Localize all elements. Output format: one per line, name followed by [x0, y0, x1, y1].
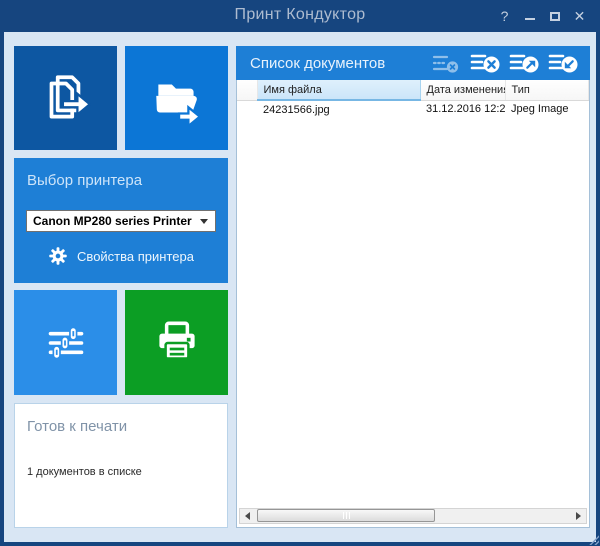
row-filename: 24231566.jpg: [257, 100, 420, 118]
status-document-count: 1 документов в списке: [27, 466, 142, 478]
printer-properties-button[interactable]: Свойства принтера: [14, 246, 228, 266]
printer-selection-panel: Выбор принтера Canon MP280 series Printe…: [14, 158, 228, 283]
load-list-icon[interactable]: [548, 51, 578, 75]
add-documents-icon: [37, 69, 95, 127]
add-files-button[interactable]: [14, 46, 117, 150]
settings-button[interactable]: [14, 290, 117, 395]
printer-icon: [148, 314, 206, 372]
add-folder-button[interactable]: [125, 46, 228, 150]
column-header-filename[interactable]: Имя файла: [257, 80, 420, 100]
scrollbar-track[interactable]: [255, 509, 571, 523]
clear-list-icon[interactable]: [470, 51, 500, 75]
documents-toolbar: [431, 51, 578, 75]
printer-select-value: Canon MP280 series Printer: [27, 214, 200, 228]
chevron-down-icon: [200, 219, 208, 224]
app-window: Принт Кондуктор ? ✕: [0, 0, 600, 546]
save-list-icon[interactable]: [509, 51, 539, 75]
window-controls: ? ✕: [492, 0, 592, 32]
gear-icon: [48, 246, 68, 266]
printer-properties-label: Свойства принтера: [77, 249, 194, 264]
horizontal-scrollbar[interactable]: [239, 508, 587, 524]
scroll-right-icon: [576, 512, 581, 520]
printer-panel-heading: Выбор принтера: [27, 172, 142, 189]
minimize-button[interactable]: [517, 3, 542, 29]
titlebar: Принт Кондуктор ? ✕: [0, 0, 600, 32]
row-type: Jpeg Image: [505, 100, 589, 118]
minimize-icon: [525, 18, 535, 20]
scroll-left-button[interactable]: [240, 509, 255, 523]
thumb-grip-icon: [343, 512, 344, 519]
help-button[interactable]: ?: [492, 3, 517, 29]
documents-panel: Список документов: [236, 46, 590, 528]
document-table: Имя файла Дата изменения Тип 24231566.jp…: [237, 80, 589, 118]
maximize-button[interactable]: [542, 3, 567, 29]
printer-select[interactable]: Canon MP280 series Printer: [26, 210, 216, 232]
column-header-modified[interactable]: Дата изменения: [420, 80, 505, 100]
documents-title: Список документов: [250, 55, 431, 72]
client-area: Выбор принтера Canon MP280 series Printe…: [4, 32, 596, 542]
scrollbar-thumb[interactable]: [257, 509, 435, 522]
sliders-icon: [37, 314, 95, 372]
print-button[interactable]: [125, 290, 228, 395]
table-header-row: Имя файла Дата изменения Тип: [237, 80, 589, 100]
scroll-left-icon: [245, 512, 250, 520]
row-modified: 31.12.2016 12:25: [420, 100, 505, 118]
remove-selected-from-list-icon: [431, 51, 461, 75]
close-button[interactable]: ✕: [567, 3, 592, 29]
status-box: Готов к печати 1 документов в списке: [14, 403, 228, 528]
scroll-right-button[interactable]: [571, 509, 586, 523]
column-header-type[interactable]: Тип: [505, 80, 589, 100]
status-title: Готов к печати: [27, 418, 127, 435]
row-blank-cell: [237, 100, 257, 118]
add-folder-icon: [148, 69, 206, 127]
maximize-icon: [550, 12, 560, 21]
documents-header: Список документов: [236, 46, 590, 80]
document-list: Имя файла Дата изменения Тип 24231566.jp…: [236, 80, 590, 528]
column-header-blank[interactable]: [237, 80, 257, 100]
table-row[interactable]: 24231566.jpg 31.12.2016 12:25 Jpeg Image: [237, 100, 589, 118]
